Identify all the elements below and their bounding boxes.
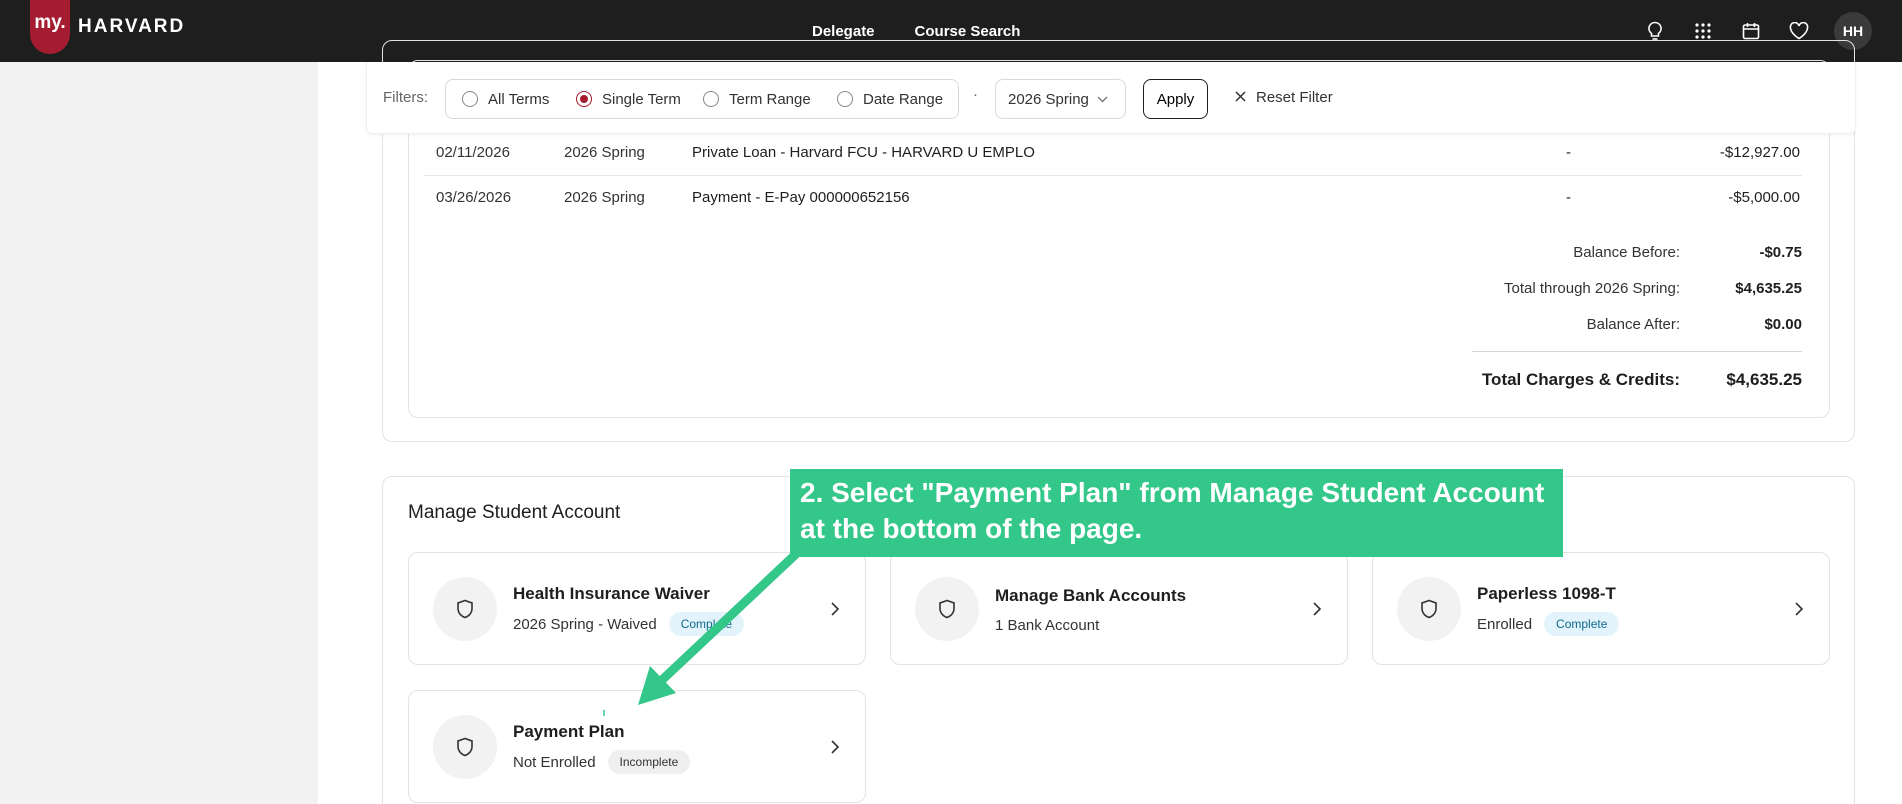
shield-icon <box>1397 577 1461 641</box>
balance-after-row: Balance After: $0.00 <box>1400 316 1802 338</box>
balance-before-row: Balance Before: -$0.75 <box>1400 244 1802 266</box>
shield-icon <box>433 577 497 641</box>
filters-label: Filters: <box>383 89 428 106</box>
row-term: 2026 Spring <box>564 189 645 206</box>
row-debit: - <box>1566 189 1571 206</box>
status-badge: Complete <box>1544 612 1620 636</box>
radio-label: All Terms <box>488 90 550 108</box>
radio-checked-icon <box>576 91 592 107</box>
term-select[interactable]: 2026 Spring <box>995 79 1126 119</box>
radio-date-range[interactable]: Date Range <box>837 80 943 118</box>
logo-shield: my. <box>30 0 70 54</box>
filter-bar: Filters: All Terms Single Term Term Rang… <box>366 62 1856 134</box>
row-date: 02/11/2026 <box>436 144 510 161</box>
card-subtitle-row: Not Enrolled Incomplete <box>513 750 691 774</box>
shield-icon <box>915 577 979 641</box>
status-badge: Incomplete <box>607 750 691 774</box>
card-subtitle-row: 2026 Spring - Waived Complete <box>513 612 745 636</box>
row-description: Private Loan - Harvard FCU - HARVARD U E… <box>692 144 1035 161</box>
balance-before-value: -$0.75 <box>1759 244 1802 261</box>
radio-unchecked-icon <box>462 91 478 107</box>
left-sidebar <box>0 62 318 804</box>
chevron-right-icon <box>829 738 841 756</box>
total-through-label: Total through 2026 Spring: <box>1504 280 1680 297</box>
balance-before-label: Balance Before: <box>1573 244 1680 261</box>
annotation-callout: 2. Select "Payment Plan" from Manage Stu… <box>790 469 1563 557</box>
card-title: Health Insurance Waiver <box>513 584 710 603</box>
filter-separator: · <box>973 86 978 103</box>
total-charges-value: $4,635.25 <box>1726 370 1802 389</box>
radio-term-range[interactable]: Term Range <box>703 80 811 118</box>
row-term: 2026 Spring <box>564 144 645 161</box>
card-subtitle-row: 1 Bank Account <box>995 617 1099 634</box>
balance-after-value: $0.00 <box>1764 316 1802 333</box>
radio-label: Single Term <box>602 90 681 108</box>
nav-course-search[interactable]: Course Search <box>915 23 1021 40</box>
row-date: 03/26/2026 <box>436 189 512 206</box>
total-charges-label: Total Charges & Credits: <box>1481 370 1680 389</box>
card-payment-plan[interactable]: Payment Plan Not Enrolled Incomplete <box>408 690 866 803</box>
total-through-value: $4,635.25 <box>1735 280 1802 297</box>
card-paperless-1098t[interactable]: Paperless 1098-T Enrolled Complete <box>1372 552 1830 665</box>
card-subtitle: 1 Bank Account <box>995 617 1100 634</box>
radio-single-term[interactable]: Single Term <box>576 80 681 118</box>
row-debit: - <box>1566 144 1571 161</box>
section-title: Manage Student Account <box>408 502 621 523</box>
row-amount: -$5,000.00 <box>1728 189 1800 206</box>
term-select-value: 2026 Spring <box>1008 90 1089 108</box>
close-icon <box>1235 89 1246 106</box>
harvard-logo[interactable]: my. HARVARD <box>30 0 185 62</box>
card-title: Paperless 1098-T <box>1477 584 1616 603</box>
nav-delegate[interactable]: Delegate <box>812 23 875 40</box>
card-health-insurance-waiver[interactable]: Health Insurance Waiver 2026 Spring - Wa… <box>408 552 866 665</box>
card-subtitle: Enrolled <box>1477 615 1533 633</box>
card-subtitle-row: Enrolled Complete <box>1477 612 1620 636</box>
reset-filter-button[interactable]: Reset Filter <box>1235 89 1333 106</box>
total-divider <box>1472 351 1802 352</box>
table-row: 03/26/2026 2026 Spring Payment - E-Pay 0… <box>424 175 1802 220</box>
card-title: Payment Plan <box>513 722 625 741</box>
radio-unchecked-icon <box>703 91 719 107</box>
shield-icon <box>433 715 497 779</box>
radio-unchecked-icon <box>837 91 853 107</box>
card-title: Manage Bank Accounts <box>995 586 1187 605</box>
chevron-down-icon <box>1097 92 1108 106</box>
apply-button[interactable]: Apply <box>1143 79 1208 119</box>
card-subtitle: Not Enrolled <box>513 753 596 771</box>
row-description: Payment - E-Pay 000000652156 <box>692 189 910 206</box>
logo-text: HARVARD <box>78 16 186 37</box>
chevron-right-icon <box>1311 600 1323 618</box>
reset-filter-label: Reset Filter <box>1256 89 1333 106</box>
total-through-row: Total through 2026 Spring: $4,635.25 <box>1400 280 1802 302</box>
term-filter-radio-group: All Terms Single Term Term Range Date Ra… <box>445 79 959 119</box>
chevron-right-icon <box>829 600 841 618</box>
balance-after-label: Balance After: <box>1586 316 1680 333</box>
card-subtitle: 2026 Spring - Waived <box>513 615 657 633</box>
radio-all-terms[interactable]: All Terms <box>462 80 549 118</box>
chevron-right-icon <box>1793 600 1805 618</box>
status-badge: Complete <box>668 612 745 636</box>
total-charges-row: Total Charges & Credits: $4,635.25 <box>1400 370 1802 392</box>
table-row: 02/11/2026 2026 Spring Private Loan - Ha… <box>424 130 1802 175</box>
card-manage-bank-accounts[interactable]: Manage Bank Accounts 1 Bank Account <box>890 552 1348 665</box>
row-amount: -$12,927.00 <box>1719 144 1800 161</box>
radio-label: Term Range <box>729 90 811 108</box>
radio-label: Date Range <box>863 90 944 108</box>
